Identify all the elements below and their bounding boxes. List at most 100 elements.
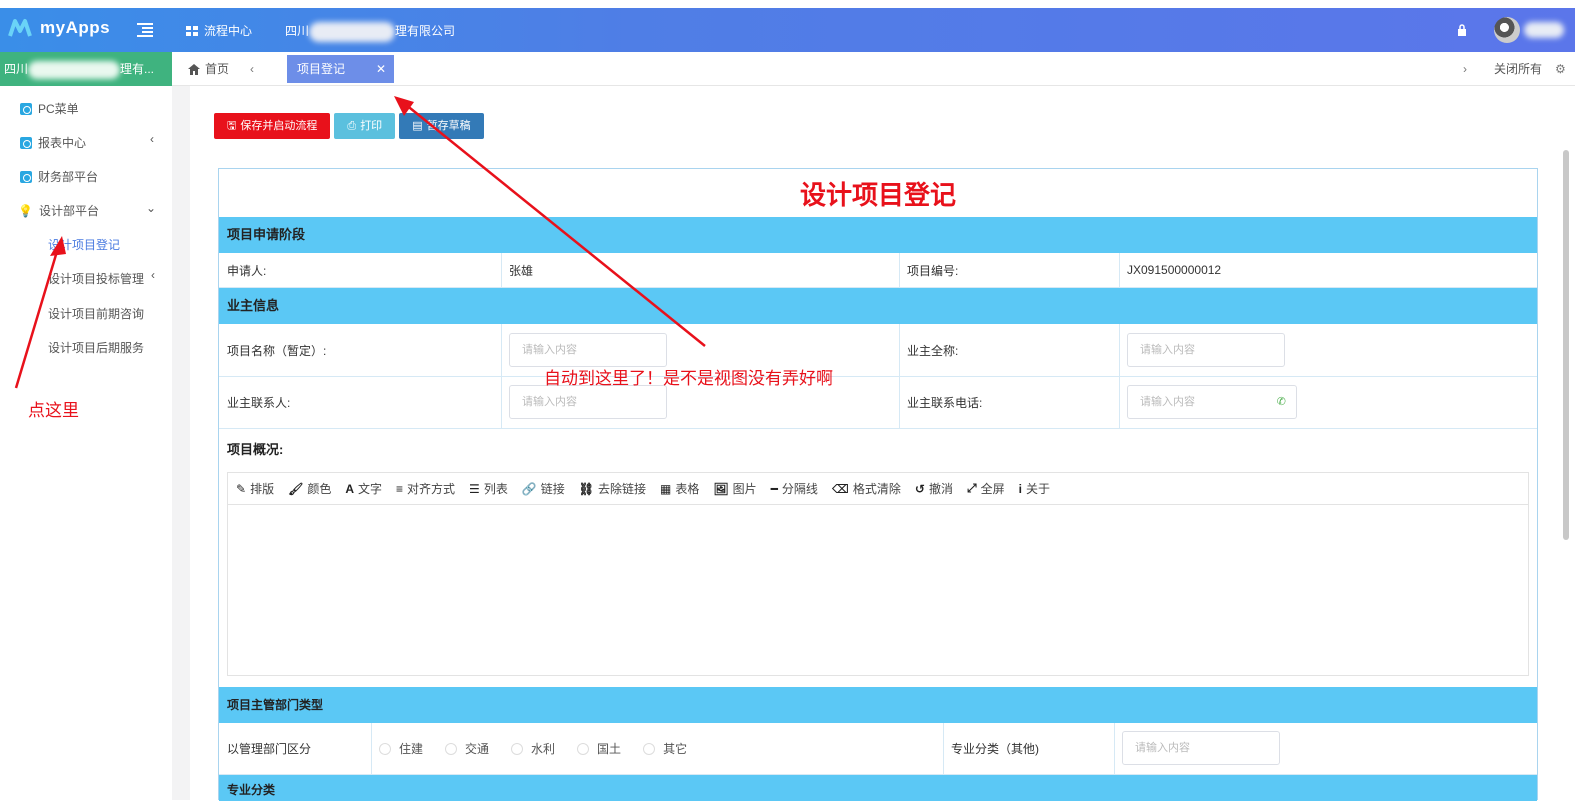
print-icon: ⎙ [347,120,357,132]
company-name[interactable]: 四川 理有限公司 [285,22,455,42]
toolbar-unlink-button[interactable]: ⛓ 去除链接 [579,480,646,497]
radio-label: 其它 [663,742,688,756]
dept-radio-option[interactable]: 其它 [643,740,687,757]
chevron-down-icon[interactable]: ⌄ [146,201,156,215]
toolbar-label: 列表 [483,482,508,496]
row-dept: 以管理部门区分 住建 交通 水利 国土 其它 专业分类（其他) 请输入内容 [219,723,1537,775]
logo-icon [8,19,32,37]
owner-phone-label: 业主联系电话: [907,396,983,410]
specialty-other-label: 专业分类（其他) [951,742,1039,756]
dept-radio-option[interactable]: 水利 [511,740,555,757]
sidebar-item-label: PC菜单 [38,102,79,116]
toolbar-label: 对齐方式 [407,482,456,496]
form-title: 设计项目登记 [799,181,956,211]
tab-scroll-right-icon[interactable]: › [1463,52,1467,86]
applicant-value: 张雄 [509,263,534,278]
brush-icon: 🖌 [288,481,304,496]
radio-label: 住建 [399,742,424,756]
home-icon [188,63,200,75]
sidebar-item-label: 设计部平台 [38,204,99,218]
sidebar-item-design-dept[interactable]: 💡 设计部平台 [18,202,99,219]
editor-body[interactable] [228,505,1528,675]
menu-toggle-icon[interactable] [137,23,153,37]
applicant-label: 申请人: [227,263,267,278]
save-draft-button[interactable]: ▤ 暂存草稿 [399,113,484,139]
nav-process-center[interactable]: 流程中心 [186,22,252,39]
toolbar-undo-button[interactable]: ↺ 撤消 [915,480,953,497]
company-prefix: 四川 [285,24,310,39]
specialty-other-input[interactable]: 请输入内容 [1122,731,1280,765]
owner-fullname-input[interactable]: 请输入内容 [1127,333,1285,367]
chevron-left-icon[interactable]: ‹ [151,268,155,282]
dept-radio-option[interactable]: 国土 [577,740,621,757]
tab-project-register[interactable]: 项目登记 ✕ [287,55,394,83]
text-icon: A [345,481,354,496]
gear-icon[interactable]: ⚙ [1555,52,1566,86]
toolbar-text-button[interactable]: A 文字 [345,480,382,497]
tab-home[interactable]: 首页 [188,52,229,86]
toolbar-link-button[interactable]: 🔗 链接 [522,480,565,497]
toolbar-brush-button[interactable]: 🖌 颜色 [288,480,331,497]
owner-contact-input[interactable]: 请输入内容 [509,385,667,419]
app-logo[interactable]: myApps [8,18,110,38]
page-scrollbar[interactable] [1563,150,1569,540]
unlink-icon: ⛓ [578,481,595,496]
redacted-blur [28,60,121,79]
toolbar-list-button[interactable]: ☰ 列表 [469,480,508,497]
avatar[interactable] [1494,17,1520,43]
radio-circle-icon [379,742,391,755]
tab-scroll-left-icon[interactable]: ‹ [250,52,254,86]
lock-icon[interactable] [1457,24,1467,36]
toolbar-fullscreen-button[interactable]: ⤢ 全屏 [967,480,1005,497]
eraser-icon: ⌫ [831,481,849,496]
project-name-input[interactable]: 请输入内容 [509,333,667,367]
sidebar-item-pc-menu[interactable]: PC菜单 [20,100,79,117]
sidebar-item-report-center[interactable]: 报表中心 [20,134,86,151]
annotation-auto-jump: 自动到这里了！是不是视图没有弄好啊 [544,369,833,389]
radio-circle-icon [643,742,656,755]
project-no-label: 项目编号: [907,263,959,278]
radio-circle-icon [445,742,458,755]
sidebar-item-finance[interactable]: 财务部平台 [20,168,98,185]
org-suffix: 理有... [120,62,155,76]
tab-home-label: 首页 [205,62,230,76]
sidebar-subitem-pre-consult[interactable]: 设计项目前期咨询 [48,305,144,322]
close-all-tabs-button[interactable]: 关闭所有 [1494,52,1542,86]
toolbar-eraser-button[interactable]: ⌫ 格式清除 [832,480,901,497]
toolbar-divider-button[interactable]: ━ 分隔线 [771,480,818,497]
sidebar-subitem-post-service[interactable]: 设计项目后期服务 [48,339,144,356]
sidebar-subitem-project-register[interactable]: 设计项目登记 [48,236,120,253]
divider-icon: ━ [770,481,778,496]
redacted-username [1524,22,1564,38]
toolbar-label: 颜色 [307,482,332,496]
dept-label: 以管理部门区分 [227,742,312,756]
section-apply-stage: 项目申请阶段 [219,217,1537,253]
toolbar-align-button[interactable]: ≡ 对齐方式 [396,480,455,497]
toolbar-label: 图片 [732,482,757,496]
save-and-start-button[interactable]: 🖫 保存并启动流程 [214,113,331,139]
org-selector[interactable]: 四川 理有... [0,52,172,86]
toolbar-table-button[interactable]: ▦ 表格 [660,480,699,497]
tab-bar: 四川 理有... 首页 ‹ 项目登记 ✕ › 关闭所有 ⚙ [0,52,1575,86]
owner-phone-input[interactable]: 请输入内容 ✆ [1127,385,1297,419]
toolbar-pencil-button[interactable]: ✎ 排版 [236,480,274,497]
sidebar-subitem-bidding[interactable]: 设计项目投标管理 [48,270,144,287]
app-name: myApps [40,18,111,37]
owner-fullname-label: 业主全称: [907,343,959,358]
toolbar-label: 去除链接 [598,482,647,496]
radio-label: 交通 [465,742,490,756]
toolbar-info-button[interactable]: i 关于 [1019,480,1050,497]
dept-radio-option[interactable]: 住建 [379,740,423,757]
row-owner-contact: 业主联系人: 请输入内容 业主联系电话: 请输入内容 ✆ [219,377,1537,429]
print-button[interactable]: ⎙ 打印 [334,113,396,139]
fullscreen-icon: ⤢ [966,481,977,495]
project-no-value: JX091500000012 [1127,263,1222,277]
chevron-left-icon[interactable]: ‹ [150,132,154,146]
dept-radio-option[interactable]: 交通 [445,740,489,757]
radio-circle-icon [577,742,590,755]
menu-square-icon [20,170,32,183]
close-tab-icon[interactable]: ✕ [376,55,386,83]
company-suffix: 理有限公司 [395,24,456,39]
toolbar-image-button[interactable]: 🖼 图片 [713,480,756,497]
print-label: 打印 [360,120,383,132]
